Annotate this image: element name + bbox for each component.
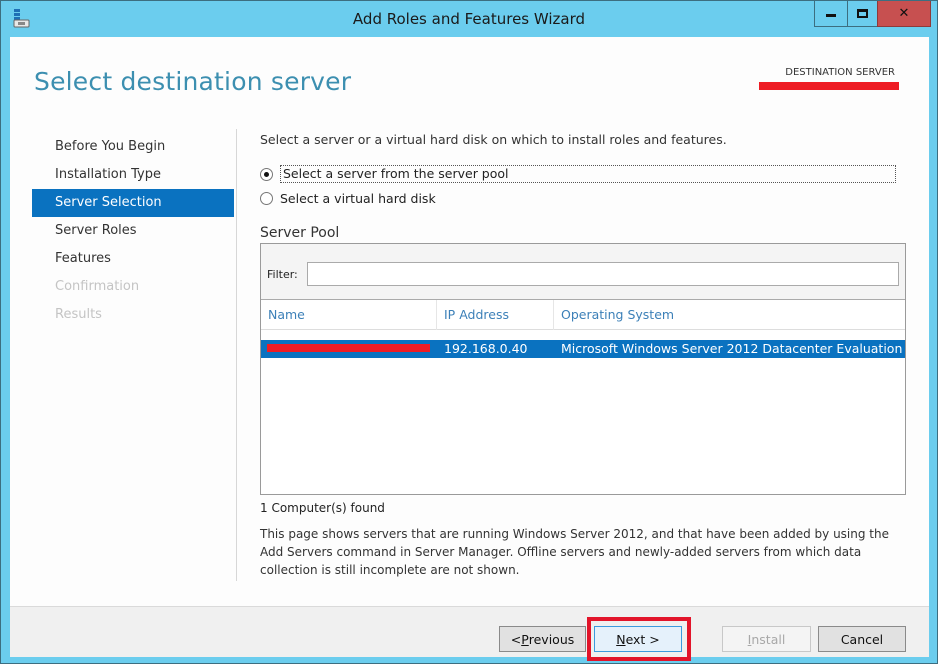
column-headers: Name IP Address Operating System [261,300,905,330]
button-bar: < Previous Next > Install Cancel [10,606,929,661]
nav-item-server-roles[interactable]: Server Roles [32,217,234,245]
option-virtual-hard-disk[interactable]: Select a virtual hard disk [260,188,436,208]
filter-input[interactable] [307,262,899,286]
server-pool-list[interactable]: Filter: Name IP Address Operating System… [260,243,906,495]
destination-server-label: DESTINATION SERVER [785,67,895,78]
radio-virtual-hard-disk[interactable] [260,191,273,205]
nav-item-features[interactable]: Features [32,245,234,273]
option-virtual-hard-disk-label[interactable]: Select a virtual hard disk [280,191,436,206]
info-note: This page shows servers that are running… [260,527,889,577]
option-server-pool-label[interactable]: Select a server from the server pool [280,165,896,183]
nav-item-confirmation: Confirmation [55,279,140,294]
cancel-button[interactable]: Cancel [818,626,906,652]
server-name-cell [261,340,437,358]
server-os-cell: Microsoft Windows Server 2012 Datacenter… [561,341,903,356]
wizard-window: Add Roles and Features Wizard ✕ Select d… [0,0,938,664]
option-server-pool[interactable]: Select a server from the server pool [260,164,896,184]
instruction-text: Select a server or a virtual hard disk o… [260,132,727,147]
window-title: Add Roles and Features Wizard [352,10,586,28]
previous-button[interactable]: < Previous [499,626,586,652]
maximize-icon [857,9,868,18]
nav-divider [236,129,237,581]
minimize-button[interactable] [814,1,848,27]
wizard-client: Select destination server DESTINATION SE… [10,37,929,661]
nav-item-before-you-begin[interactable]: Before You Begin [32,133,234,161]
close-icon: ✕ [898,6,910,21]
nav-item-installation-type[interactable]: Installation Type [32,161,234,189]
page-title: Select destination server [34,67,352,96]
radio-server-pool[interactable] [260,167,273,181]
title-bar[interactable]: Add Roles and Features Wizard ✕ [1,1,937,37]
close-button[interactable]: ✕ [877,1,931,27]
server-row[interactable]: 192.168.0.40 Microsoft Windows Server 20… [261,340,905,358]
minimize-icon [826,14,836,17]
server-name-redacted [267,344,430,352]
nav-item-results: Results [55,307,102,322]
column-header-ip-address[interactable]: IP Address [437,300,554,330]
wizard-nav: Before You Begin Installation Type Serve… [32,133,234,329]
computers-found-count: 1 Computer(s) found [260,501,385,515]
column-header-name[interactable]: Name [261,300,437,330]
filter-bar: Filter: [261,244,905,300]
server-ip-cell: 192.168.0.40 [444,341,528,356]
server-pool-heading: Server Pool [260,225,340,241]
nav-item-server-selection[interactable]: Server Selection [32,189,234,217]
next-button[interactable]: Next > [594,626,682,652]
maximize-button[interactable] [847,1,878,27]
filter-label: Filter: [267,268,298,281]
destination-server-value-redacted [759,82,899,90]
install-button: Install [722,626,811,652]
column-header-operating-system[interactable]: Operating System [554,300,905,330]
